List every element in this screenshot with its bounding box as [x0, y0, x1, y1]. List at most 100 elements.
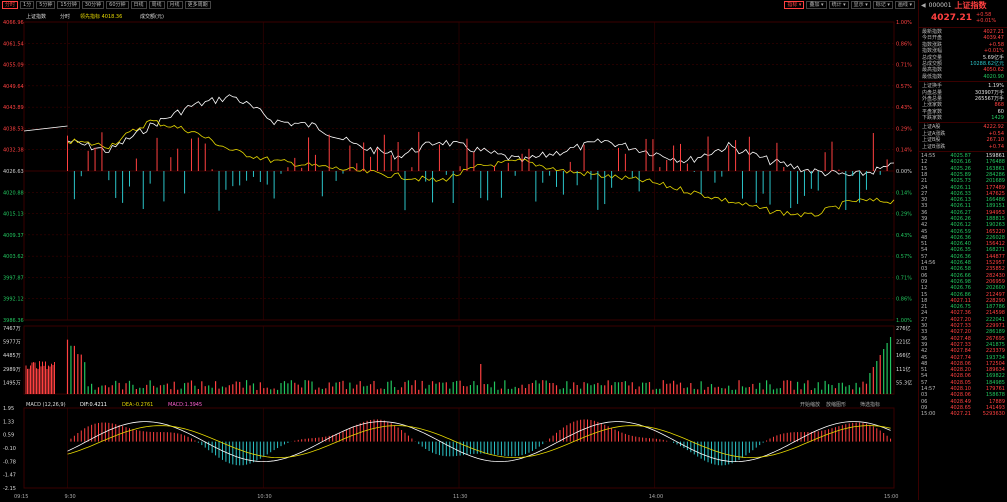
stat-row: 上证B涨跌 +0.74 — [919, 144, 1007, 150]
zoom-chart-button: 放缩图形 — [826, 401, 846, 408]
volume-unit-label: 成交额(元) — [140, 13, 164, 20]
macd-tick-label: -1.47 — [3, 473, 16, 479]
macd-tick-label: 1.95 — [3, 406, 14, 412]
tool-button[interactable]: 画线 ▾ — [894, 1, 915, 9]
last-price: 4027.21 — [931, 13, 972, 23]
tick-list[interactable]: 14:55 4025.87 159861 12 4026.16 176488 15 4025.… — [919, 153, 1007, 417]
time-label: 09:15 — [14, 494, 28, 500]
macd-tick-label: -0.10 — [3, 446, 16, 452]
stat-label: 上证B涨跌 — [922, 143, 946, 150]
stats-block: 最新指数 4027.21 今日开盘 4039.47 指数涨跌 +0.58 指数涨幅 +0.01… — [919, 29, 1007, 80]
tick-volume: 5293630 — [982, 411, 1005, 418]
tick-time: 15:00 — [921, 411, 936, 418]
tool-button[interactable]: 指标 ▾ — [784, 1, 805, 9]
period-tab[interactable]: 分时 — [2, 1, 19, 9]
price-tick-label: 4020.88 — [3, 190, 24, 196]
amount-tick-label: 276亿 — [896, 325, 911, 332]
price-tick-label: 4026.63 — [3, 169, 24, 175]
pct-tick-label: 0.71% — [896, 275, 912, 281]
stat-value: 1429 — [991, 115, 1004, 122]
period-tab[interactable]: 5分钟 — [36, 1, 56, 9]
price-tick-label: 4055.09 — [3, 63, 24, 69]
sub-index-block: 上证A股 4222.92 上证A涨跌 +0.54 上证B股 267.10 上证B涨跌 +0.7… — [919, 124, 1007, 150]
tool-button[interactable]: 叠加 ▾ — [806, 1, 827, 9]
period-tab[interactable]: 日线 — [130, 1, 147, 9]
stat-row: 下跌家数 1429 — [919, 115, 1007, 121]
period-tab[interactable]: 60分钟 — [106, 1, 129, 9]
pct-tick-label: 0.86% — [896, 297, 912, 303]
market-breadth-block: 上证换手 1.19% 内盘总量 303907万手 外盘总量 265567万手 上涨家数 868… — [919, 83, 1007, 121]
price-tick-label: 4015.13 — [3, 212, 24, 218]
macd-label: MACD (12,26,9) — [26, 402, 66, 408]
zoom-start-button: 开始缩放 — [800, 401, 820, 408]
price-tick-label: 3997.87 — [3, 275, 24, 281]
price-tick-label: 4009.37 — [3, 233, 24, 239]
period-tab[interactable]: 更多周期 — [184, 1, 211, 9]
pct-tick-label: 1.00% — [896, 318, 912, 324]
pct-tick-label: 0.29% — [896, 126, 912, 132]
time-label: 10:30 — [257, 494, 271, 500]
price-tick-label: 3986.36 — [3, 318, 24, 324]
volume-tick-label: 5977万 — [3, 340, 21, 346]
price-tick-label: 4032.38 — [3, 148, 24, 154]
chart-title: 上证指数 — [26, 13, 46, 20]
pct-tick-label: 0.57% — [896, 84, 912, 90]
chart-subtitle: 分时 — [60, 13, 70, 20]
amount-tick-label: 221亿 — [896, 339, 911, 346]
period-tab[interactable]: 30分钟 — [81, 1, 105, 9]
pct-tick-label: 0.71% — [896, 63, 912, 69]
chart-area[interactable]: 4066.96 1.00% 4061.54 0.86% 4055.09 0.71% 4049… — [0, 10, 912, 500]
amount-tick-label: 111亿 — [896, 366, 911, 373]
price-tick-label: 4043.89 — [3, 105, 24, 111]
prev-arrow-icon[interactable]: ◀ — [921, 2, 926, 9]
tick-row: 15:00 4027.21 5293630 — [919, 411, 1007, 417]
filter-indicator-button: 筛选指标 — [860, 401, 880, 408]
price-tick-label: 4061.54 — [3, 41, 24, 47]
lead-indicator-label: 领先指标 4018.36 — [80, 13, 122, 20]
pct-tick-label: 0.00% — [896, 169, 912, 175]
price-tick-label: 4066.96 — [3, 20, 24, 26]
amount-tick-label: 55.3亿 — [896, 379, 912, 386]
tool-button[interactable]: 统计 ▾ — [828, 1, 849, 9]
macd-dea: DEA:-0.2761 — [122, 402, 153, 408]
time-label: 9:30 — [65, 494, 76, 500]
time-label: 15:00 — [884, 494, 898, 500]
pct-tick-label: 0.57% — [896, 254, 912, 260]
period-tab[interactable]: 1分 — [20, 1, 35, 9]
macd-dif: DIF:0.4211 — [80, 402, 107, 408]
tool-button[interactable]: 标记 ▾ — [872, 1, 893, 9]
period-toolbar: 分时 1分 5分钟 15分钟 30分钟 60分钟 日线 周线 月线 更多周期 — [0, 0, 918, 10]
pct-tick-label: 0.29% — [896, 212, 912, 218]
pct-tick-label: 0.14% — [896, 148, 912, 154]
tick-price: 4027.21 — [950, 411, 971, 418]
period-tab[interactable]: 15分钟 — [57, 1, 80, 9]
intraday-chart[interactable]: 4066.96 1.00% 4061.54 0.86% 4055.09 0.71% 4049… — [0, 10, 912, 500]
period-tab[interactable]: 月线 — [166, 1, 183, 9]
macd-tick-label: 1.33 — [3, 419, 14, 425]
volume-tick-label: 4485万 — [3, 353, 21, 359]
tool-button[interactable]: 显示 ▾ — [850, 1, 871, 9]
time-label: 14:00 — [649, 494, 663, 500]
stock-name: 上证指数 — [954, 0, 987, 10]
macd-tick-label: 0.59 — [3, 433, 14, 439]
macd-value: MACD:1.3945 — [168, 402, 202, 408]
macd-dif-line — [67, 421, 891, 463]
quote-panel: ◀ 000001 上证指数 4027.21 +0.58 +0.01% 最新指数 4… — [918, 0, 1007, 500]
stat-row: 最低指数 4020.90 — [919, 74, 1007, 80]
stat-value: +0.74 — [988, 143, 1004, 150]
amount-tick-label: 166亿 — [896, 352, 911, 359]
stock-code: 000001 — [928, 1, 952, 9]
volume-tick-label: 1495万 — [3, 380, 21, 386]
period-tab[interactable]: 周线 — [148, 1, 165, 9]
stat-label: 最低指数 — [922, 73, 943, 80]
macd-tick-label: -2.15 — [3, 486, 16, 492]
price-tick-label: 4049.64 — [3, 84, 24, 90]
tool-buttons: 指标 ▾ 叠加 ▾ 统计 ▾ 显示 ▾ 标记 ▾ 画线 ▾ — [784, 0, 915, 10]
macd-dea-line — [67, 425, 891, 458]
volume-tick-label: 2989万 — [3, 367, 21, 373]
macd-tick-label: -0.78 — [3, 459, 16, 465]
price-tick-label: 3992.12 — [3, 297, 24, 303]
pct-tick-label: 0.43% — [896, 233, 912, 239]
pct-tick-label: 0.43% — [896, 105, 912, 111]
price-row: 4027.21 +0.58 +0.01% — [919, 10, 1007, 26]
